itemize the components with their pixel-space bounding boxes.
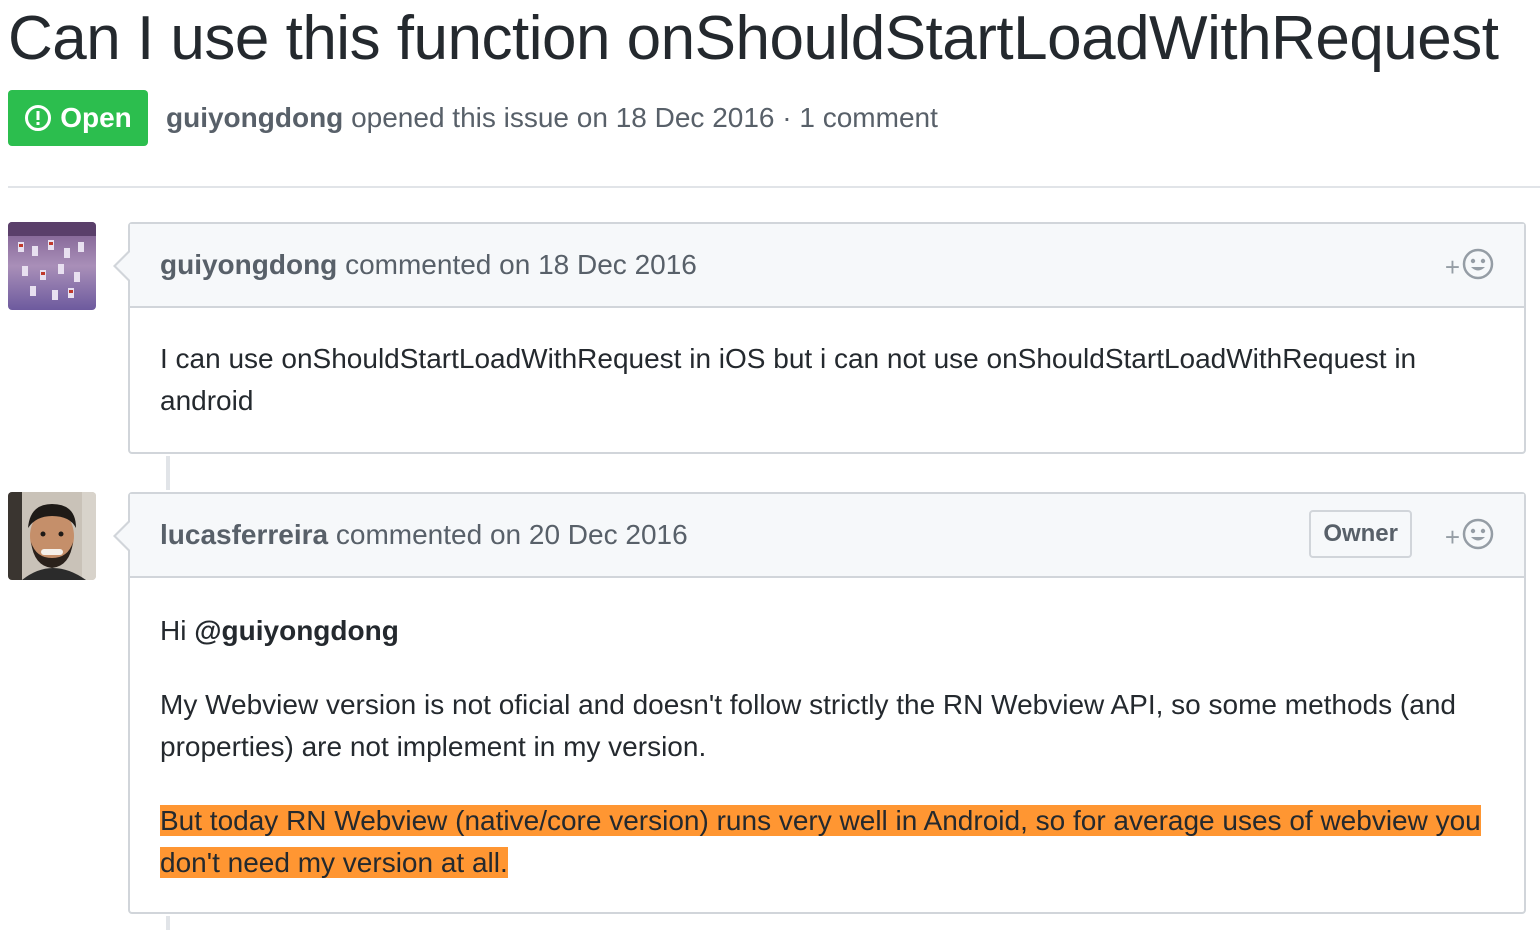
add-reaction-button[interactable]: +: [1445, 518, 1494, 555]
issue-title: Can I use this function onShouldStartLoa…: [8, 4, 1499, 73]
issue-meta: guiyongdong opened this issue on 18 Dec …: [166, 98, 938, 138]
comment-header: guiyongdong commented on 18 Dec 2016 +: [130, 224, 1524, 308]
comment-body: Hi @guiyongdong My Webview version is no…: [130, 578, 1524, 884]
issue-state-badge: Open: [8, 90, 148, 146]
issue-meta-text: opened this issue on 18 Dec 2016 · 1 com…: [343, 102, 938, 133]
comment-header: lucasferreira commented on 20 Dec 2016 O…: [130, 494, 1524, 578]
comment-timestamp[interactable]: commented on 20 Dec 2016: [328, 519, 688, 550]
timeline-connector: [166, 456, 170, 490]
issue-page: Can I use this function onShouldStartLoa…: [0, 0, 1540, 930]
issue-state-label: Open: [60, 102, 132, 133]
comment-header-text: lucasferreira commented on 20 Dec 2016: [160, 516, 688, 554]
greeting-text: Hi: [160, 615, 195, 646]
comment-body: I can use onShouldStartLoadWithRequest i…: [130, 308, 1524, 422]
comment-timestamp[interactable]: commented on 18 Dec 2016: [337, 249, 697, 280]
plus-icon: +: [1444, 251, 1460, 282]
add-reaction-button[interactable]: +: [1445, 248, 1494, 285]
avatar[interactable]: [8, 492, 96, 580]
comment-text: I can use onShouldStartLoadWithRequest i…: [160, 343, 1417, 416]
comment-2: lucasferreira commented on 20 Dec 2016 O…: [113, 492, 1526, 914]
issue-opened-icon: [24, 104, 52, 132]
comment-text-highlighted: But today RN Webview (native/core versio…: [160, 800, 1494, 884]
plus-icon: +: [1444, 521, 1460, 552]
avatar[interactable]: [8, 222, 96, 310]
highlighted-text: But today RN Webview (native/core versio…: [160, 805, 1481, 878]
smiley-icon: [1462, 518, 1494, 555]
user-mention-link[interactable]: @guiyongdong: [194, 615, 399, 646]
greeting-paragraph: Hi @guiyongdong: [160, 610, 1494, 652]
comment-text: My Webview version is not oficial and do…: [160, 689, 1456, 762]
comment-header-text: guiyongdong commented on 18 Dec 2016: [160, 246, 697, 284]
timeline-connector: [166, 916, 170, 930]
owner-badge: Owner: [1309, 510, 1412, 558]
smiley-icon: [1462, 248, 1494, 285]
comment-author-link[interactable]: guiyongdong: [160, 249, 337, 280]
issue-author-link[interactable]: guiyongdong: [166, 102, 343, 133]
header-divider: [8, 186, 1540, 188]
comment-1: guiyongdong commented on 18 Dec 2016 + I…: [113, 222, 1526, 454]
comment-author-link[interactable]: lucasferreira: [160, 519, 328, 550]
